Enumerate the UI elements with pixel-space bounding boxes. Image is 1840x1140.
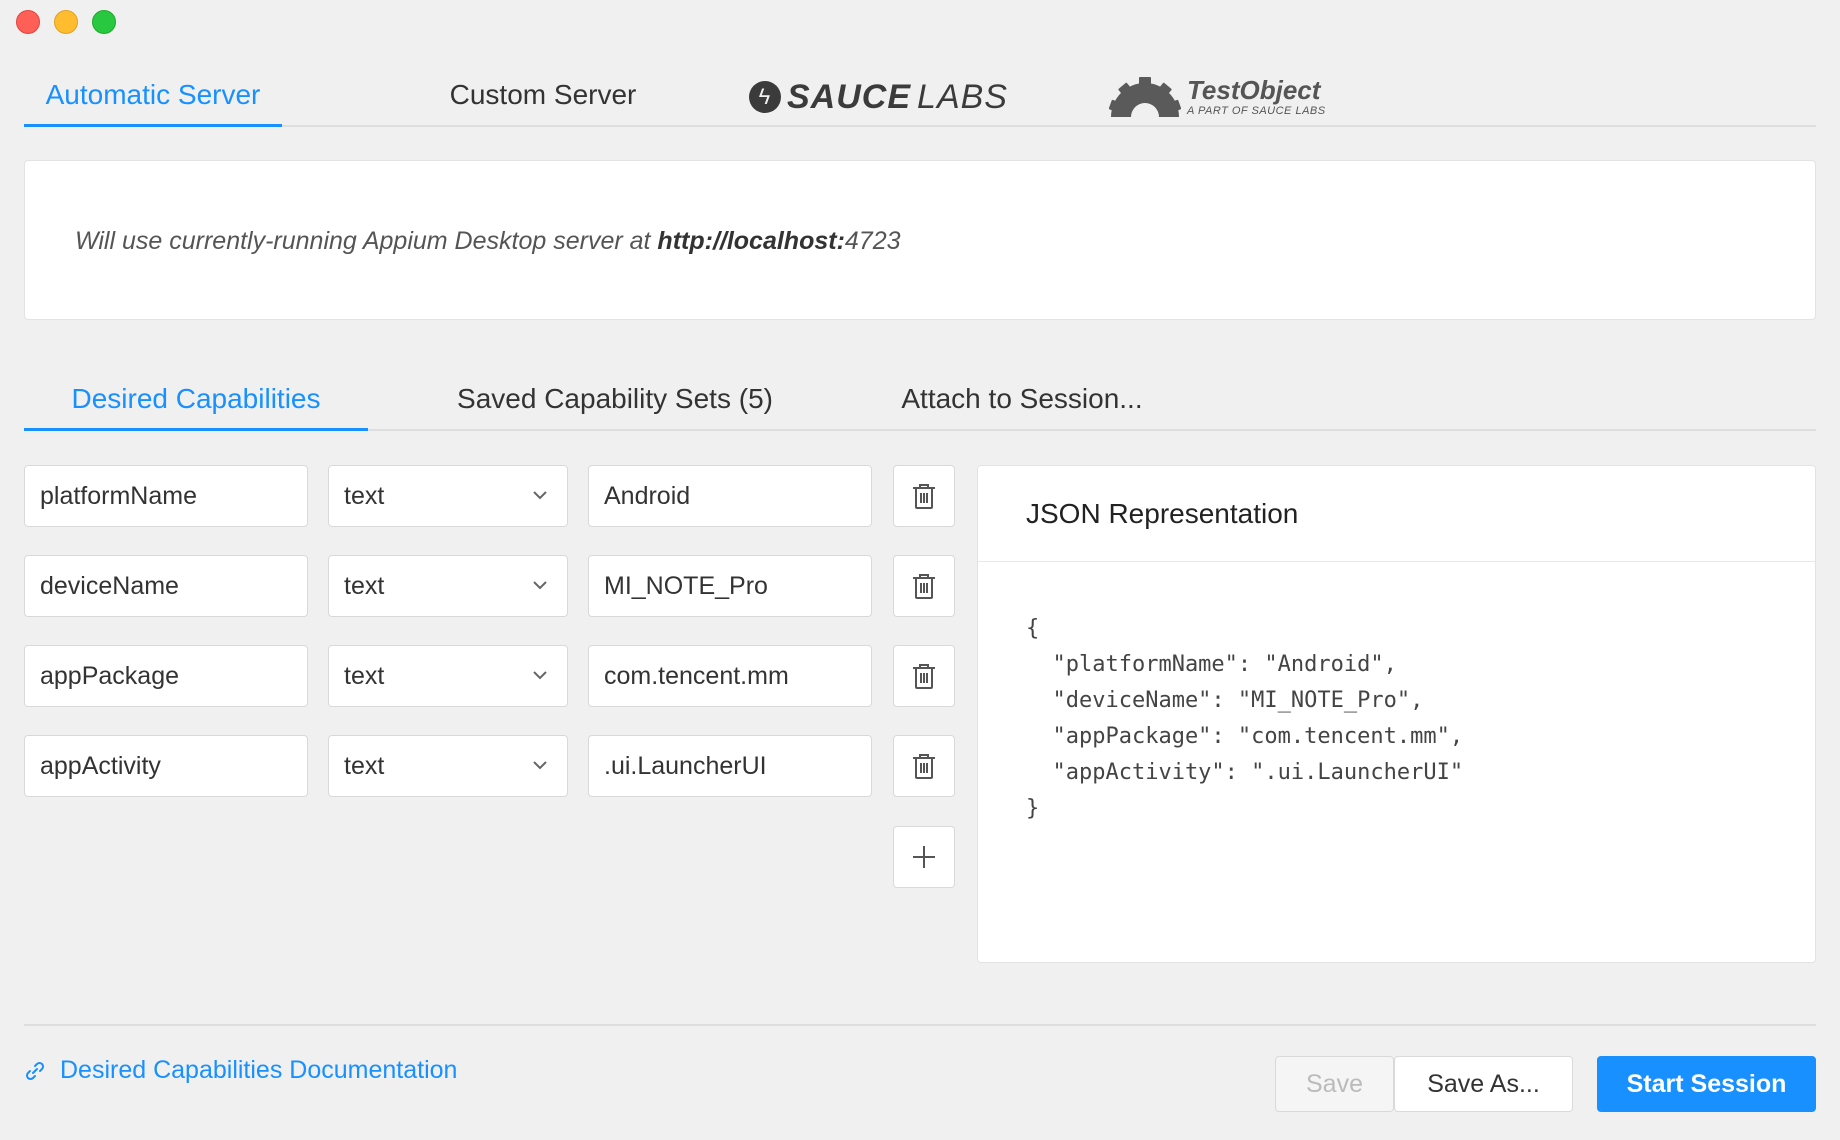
close-window-button[interactable]: [16, 10, 40, 34]
capability-name-input[interactable]: platformName: [24, 465, 308, 527]
capability-value-input[interactable]: .ui.LauncherUI: [588, 735, 872, 797]
delete-capability-button[interactable]: [893, 735, 955, 797]
tab-attach-to-session[interactable]: Attach to Session...: [892, 369, 1152, 429]
desired-capabilities-docs-link[interactable]: Desired Capabilities Documentation: [24, 1056, 457, 1085]
trash-icon: [913, 574, 935, 599]
tab-desired-capabilities[interactable]: Desired Capabilities: [24, 369, 368, 431]
trash-icon: [913, 664, 935, 689]
testobject-logo-title: TestObject: [1187, 75, 1321, 105]
testobject-gear-icon: [1109, 77, 1181, 117]
tab-custom-server[interactable]: Custom Server: [414, 65, 672, 125]
capability-type-value: text: [344, 482, 385, 510]
server-port: 4723: [844, 227, 901, 255]
capability-value-input[interactable]: Android: [588, 465, 872, 527]
capability-type-value: text: [344, 752, 385, 780]
capability-type-select[interactable]: text: [328, 465, 568, 527]
capability-tabs: Desired Capabilities Saved Capability Se…: [24, 369, 1816, 431]
capability-type-select[interactable]: text: [328, 645, 568, 707]
capability-type-select[interactable]: text: [328, 555, 568, 617]
chevron-down-icon: [533, 761, 547, 770]
maximize-window-button[interactable]: [92, 10, 116, 34]
plus-icon: [913, 846, 935, 868]
tab-saucelabs[interactable]: ϟ SAUCE LABS: [749, 77, 1008, 117]
chevron-down-icon: [533, 581, 547, 590]
saucelabs-bolt-icon: ϟ: [749, 81, 781, 113]
testobject-logo-subtitle: A PART OF SAUCE LABS: [1187, 105, 1326, 117]
json-panel-title: JSON Representation: [978, 466, 1815, 562]
chevron-down-icon: [533, 671, 547, 680]
doc-link-label: Desired Capabilities Documentation: [60, 1056, 458, 1084]
appium-inspector-window: Automatic Server Custom Server ϟ SAUCE LA…: [0, 0, 1840, 1140]
save-button[interactable]: Save: [1275, 1056, 1394, 1112]
capability-type-select[interactable]: text: [328, 735, 568, 797]
tab-testobject[interactable]: TestObject A PART OF SAUCE LABS: [1109, 69, 1326, 125]
chevron-down-icon: [533, 491, 547, 500]
saucelabs-logo-light: LABS: [917, 77, 1008, 116]
server-info-box: Will use currently-running Appium Deskto…: [24, 160, 1816, 320]
trash-icon: [913, 484, 935, 509]
delete-capability-button[interactable]: [893, 465, 955, 527]
minimize-window-button[interactable]: [54, 10, 78, 34]
add-capability-button[interactable]: [893, 826, 955, 888]
tab-automatic-server[interactable]: Automatic Server: [24, 65, 282, 127]
footer-divider: [24, 1024, 1816, 1026]
tab-saved-capability-sets[interactable]: Saved Capability Sets (5): [454, 369, 776, 429]
saucelabs-logo-bold: SAUCE: [787, 77, 912, 116]
capability-type-value: text: [344, 662, 385, 690]
delete-capability-button[interactable]: [893, 645, 955, 707]
server-info-prefix: Will use currently-running Appium Deskto…: [75, 227, 658, 255]
window-controls: [16, 10, 116, 34]
capability-value-input[interactable]: MI_NOTE_Pro: [588, 555, 872, 617]
server-tabs: Automatic Server Custom Server ϟ SAUCE LA…: [24, 65, 1816, 127]
capability-name-input[interactable]: appPackage: [24, 645, 308, 707]
capability-value-input[interactable]: com.tencent.mm: [588, 645, 872, 707]
link-icon: [25, 1061, 45, 1080]
capability-name-input[interactable]: deviceName: [24, 555, 308, 617]
server-url: http://localhost:: [657, 227, 845, 255]
capability-type-value: text: [344, 572, 385, 600]
server-info-text: Will use currently-running Appium Deskto…: [75, 227, 901, 256]
delete-capability-button[interactable]: [893, 555, 955, 617]
trash-icon: [913, 754, 935, 779]
capability-name-input[interactable]: appActivity: [24, 735, 308, 797]
json-code: { "platformName": "Android", "deviceName…: [1026, 616, 1464, 821]
save-as-button[interactable]: Save As...: [1394, 1056, 1573, 1112]
start-session-button[interactable]: Start Session: [1597, 1056, 1816, 1112]
json-representation-panel: JSON Representation { "platformName": "A…: [977, 465, 1816, 963]
